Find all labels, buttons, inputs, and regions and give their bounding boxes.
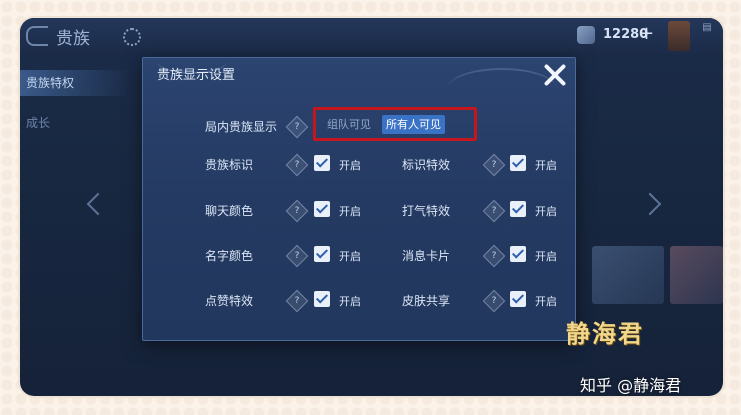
noble-display-settings-dialog: 贵族显示设置 局内贵族显示 ? 组队可见 所有人可见 贵族标识 ? 开启 标识特… (142, 57, 576, 341)
watermark-zhihu: 知乎 @静海君 (580, 376, 682, 395)
checkbox-name-color[interactable] (314, 246, 330, 262)
help-icon[interactable]: ? (285, 289, 309, 313)
sidebar-item-label: 贵族特权 (26, 76, 75, 90)
on-label: 开启 (339, 295, 361, 308)
setting-label: 打气特效 (402, 204, 451, 218)
gear-icon[interactable] (123, 28, 141, 46)
setting-label: 消息卡片 (402, 249, 451, 263)
watermark-seal: 静海君 (566, 319, 644, 348)
background-card (592, 246, 664, 304)
option-all-visible[interactable]: 所有人可见 (382, 115, 445, 134)
checkbox-noble-badge[interactable] (314, 155, 330, 171)
coin-icon (577, 26, 595, 44)
help-icon[interactable]: ? (482, 199, 506, 223)
checkbox-chat-color[interactable] (314, 201, 330, 217)
setting-label: 聊天颜色 (205, 204, 254, 218)
on-label: 开启 (339, 250, 361, 263)
setting-label: 名字颜色 (205, 249, 254, 263)
help-icon[interactable]: ? (482, 153, 506, 177)
top-bar: 贵族 12280 + ▤ (20, 18, 723, 54)
on-label: 开启 (535, 295, 557, 308)
help-icon[interactable]: ? (482, 289, 506, 313)
setting-label: 贵族标识 (205, 158, 254, 172)
on-label: 开启 (339, 205, 361, 218)
help-icon[interactable]: ? (285, 115, 309, 139)
add-coin-button[interactable]: + (639, 23, 654, 44)
avatar[interactable] (668, 21, 690, 51)
help-icon[interactable]: ? (482, 244, 506, 268)
page-title: 贵族 (56, 29, 90, 49)
on-label: 开启 (535, 159, 557, 172)
on-label: 开启 (339, 159, 361, 172)
checkbox-message-card[interactable] (510, 246, 526, 262)
sidebar-item-privileges[interactable]: 贵族特权 (20, 70, 130, 96)
cloud-decoration (447, 68, 557, 110)
on-label: 开启 (535, 205, 557, 218)
help-icon[interactable]: ? (285, 244, 309, 268)
checkbox-cheer-effect[interactable] (510, 201, 526, 217)
option-team-visible[interactable]: 组队可见 (323, 115, 375, 134)
checkbox-badge-effect[interactable] (510, 155, 526, 171)
menu-icon[interactable]: ▤ (695, 22, 719, 52)
chevron-left-icon[interactable] (86, 192, 110, 216)
on-label: 开启 (535, 250, 557, 263)
help-icon[interactable]: ? (285, 153, 309, 177)
background-card (670, 246, 723, 304)
dialog-title: 贵族显示设置 (157, 68, 236, 83)
visibility-label: 局内贵族显示 (205, 120, 278, 134)
checkbox-skin-share[interactable] (510, 291, 526, 307)
back-icon[interactable] (26, 26, 48, 46)
setting-label: 标识特效 (402, 158, 451, 172)
setting-label: 点赞特效 (205, 294, 254, 308)
close-icon[interactable] (542, 62, 568, 88)
sidebar-item-growth[interactable]: 成长 (26, 114, 50, 131)
checkbox-like-effect[interactable] (314, 291, 330, 307)
setting-label: 皮肤共享 (402, 294, 451, 308)
chevron-right-icon[interactable] (638, 192, 662, 216)
help-icon[interactable]: ? (285, 199, 309, 223)
